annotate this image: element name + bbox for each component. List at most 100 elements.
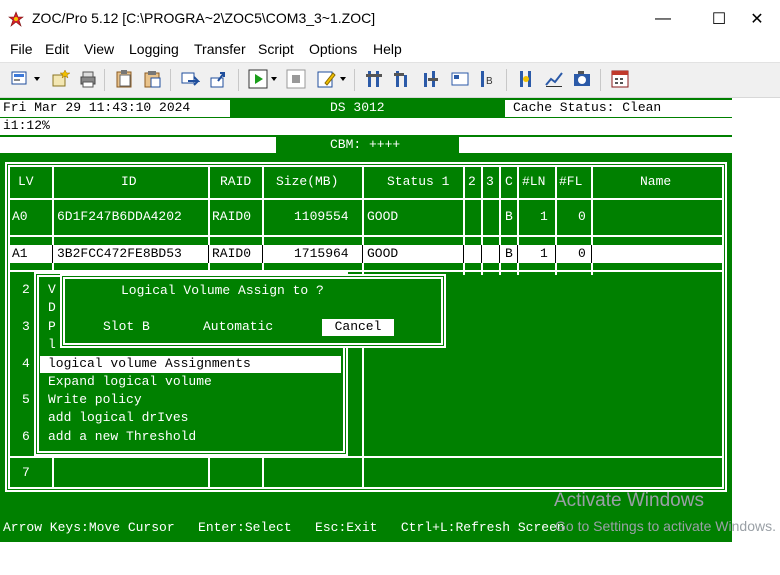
row-number-3: 3	[22, 319, 30, 334]
upload-icon[interactable]	[208, 69, 228, 89]
row-divider-last	[8, 456, 724, 458]
row-raid: RAID0	[212, 246, 252, 261]
minimize-button[interactable]: —	[640, 4, 686, 34]
session-dropdown-icon[interactable]	[34, 77, 40, 81]
terminal-screen[interactable]: Fri Mar 29 11:43:10 2024 DS 3012 Cache S…	[0, 98, 732, 542]
menu-item-logical-volume-assignments[interactable]: logical volume Assignments	[40, 356, 341, 373]
header-3: 3	[486, 174, 494, 189]
help-line: Arrow Keys:Move Cursor Enter:Select Esc:…	[3, 520, 565, 535]
zoc-app-icon[interactable]	[8, 11, 24, 27]
menu-transfer[interactable]: Transfer	[194, 41, 246, 57]
calculator-icon[interactable]	[610, 69, 630, 89]
header-2: 2	[468, 174, 476, 189]
row-fl: 0	[578, 209, 586, 224]
menu-edit[interactable]: Edit	[45, 41, 69, 57]
row-number-2: 2	[22, 282, 30, 297]
close-icon: ✕	[750, 11, 764, 28]
row-raid: RAID0	[212, 209, 252, 224]
title-bar: ZOC/Pro 5.12 [C:\PROGRA~2\ZOC5\COM3_3~1.…	[0, 0, 780, 38]
printer-icon[interactable]	[78, 69, 98, 89]
edit-dropdown-icon[interactable]	[340, 77, 346, 81]
menu-options[interactable]: Options	[309, 41, 357, 57]
header-size: Size(MB)	[276, 174, 339, 189]
menu-script[interactable]: Script	[258, 41, 294, 57]
row-divider-1	[8, 235, 724, 237]
context-menu-partial: D	[48, 300, 56, 315]
menu-item-expand-logical-volume[interactable]: Expand logical volume	[48, 374, 212, 390]
row-size: 1715964	[294, 246, 349, 261]
row-fl: 0	[578, 246, 586, 261]
play-icon[interactable]	[248, 69, 268, 89]
header-lv: LV	[18, 174, 34, 189]
menu-item-add-new-threshold[interactable]: add a new Threshold	[48, 429, 196, 445]
status-cache: Cache Status: Clean	[505, 100, 732, 117]
session-icon[interactable]	[10, 69, 30, 89]
close-button[interactable]: ✕	[734, 4, 780, 34]
row-number-6: 6	[22, 429, 30, 444]
clipboard-icon[interactable]	[114, 69, 134, 89]
play-dropdown-icon[interactable]	[271, 77, 277, 81]
camera-icon[interactable]	[572, 69, 592, 89]
context-menu-partial: V	[48, 282, 56, 297]
status-i1: i1:12%	[0, 118, 732, 135]
hardware-5-icon[interactable]: B	[478, 69, 498, 89]
row-status: GOOD	[367, 209, 399, 224]
header-fl: #FL	[559, 174, 583, 189]
row-id: 3B2FCC472FE8BD53	[57, 246, 182, 261]
hardware-2-icon[interactable]	[392, 69, 412, 89]
new-star-icon[interactable]	[50, 69, 71, 89]
row-c: B	[505, 246, 513, 261]
header-status: Status 1	[387, 174, 450, 189]
stop-icon[interactable]	[286, 69, 306, 89]
menu-view[interactable]: View	[84, 41, 114, 57]
status-datetime: Fri Mar 29 11:43:10 2024	[0, 100, 230, 117]
clipboard-paste-icon[interactable]	[142, 69, 162, 89]
dialog-title: Logical Volume Assign to ?	[121, 283, 324, 298]
header-name: Name	[640, 174, 672, 189]
activate-windows-watermark: Activate Windows	[554, 490, 704, 511]
menu-item-write-policy[interactable]: Write policy	[48, 392, 142, 408]
dialog-cancel-button[interactable]: Cancel	[322, 319, 394, 336]
chart-icon[interactable]	[544, 69, 564, 89]
table-row-selected[interactable]: A1 3B2FCC472FE8BD53 RAID0 1715964 GOOD B…	[10, 245, 724, 263]
activate-windows-hint: Go to Settings to activate Windows.	[555, 518, 776, 534]
hardware-3-icon[interactable]	[420, 69, 440, 89]
header-c: C	[505, 174, 513, 189]
row-number-7: 7	[22, 465, 30, 480]
row-number-4: 4	[22, 356, 30, 371]
row-lv: A1	[12, 246, 28, 261]
header-divider	[8, 198, 724, 200]
window-title: ZOC/Pro 5.12 [C:\PROGRA~2\ZOC5\COM3_3~1.…	[32, 10, 376, 26]
menu-file[interactable]: File	[10, 41, 33, 57]
menu-bar: File Edit View Logging Transfer Script O…	[0, 38, 780, 62]
menu-logging[interactable]: Logging	[129, 41, 179, 57]
dialog-option-slot-b[interactable]: Slot B	[103, 319, 150, 335]
context-menu-partial: P	[48, 319, 56, 334]
dialog-option-automatic[interactable]: Automatic	[203, 319, 273, 335]
minimize-icon: —	[655, 10, 671, 27]
row-c: B	[505, 209, 513, 224]
row-ln: 1	[540, 246, 548, 261]
maximize-icon: ☐	[711, 11, 727, 28]
row-status: GOOD	[367, 246, 399, 261]
status-cbm: CBM: ++++	[330, 137, 401, 152]
header-ln: #LN	[522, 174, 546, 189]
hardware-icon[interactable]	[364, 69, 384, 89]
svg-text:B: B	[486, 76, 493, 87]
edit-icon[interactable]	[316, 69, 336, 89]
row-ln: 1	[540, 209, 548, 224]
hardware-4-icon[interactable]	[450, 69, 470, 89]
status-model: DS 3012	[330, 100, 385, 115]
tool-icon[interactable]	[516, 69, 536, 89]
row-id: 6D1F247B6DDA4202	[57, 209, 182, 224]
status-cbm-left-bar	[0, 137, 276, 153]
send-icon[interactable]	[180, 69, 201, 89]
menu-help[interactable]: Help	[373, 41, 402, 57]
header-id: ID	[121, 174, 137, 189]
context-menu-partial: l	[48, 337, 56, 352]
menu-item-add-logical-drives[interactable]: add logical drIves	[48, 410, 188, 426]
table-row[interactable]: A0 6D1F247B6DDA4202 RAID0 1109554 GOOD B…	[10, 208, 724, 226]
status-cbm-right-bar	[459, 137, 732, 153]
toolbar: B	[0, 62, 780, 98]
row-lv: A0	[12, 209, 28, 224]
